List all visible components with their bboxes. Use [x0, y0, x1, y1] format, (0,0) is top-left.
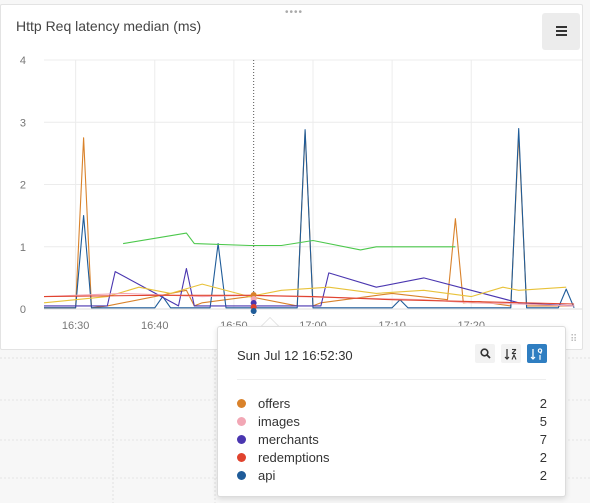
legend-series-value: 2: [539, 468, 547, 483]
y-axis: 0 1 2 3 4: [20, 55, 26, 316]
sort-numeric-button[interactable]: [527, 344, 547, 363]
y-tick-label: 2: [20, 180, 26, 192]
sort-alpha-button[interactable]: [501, 344, 521, 363]
y-tick-label: 4: [20, 55, 26, 67]
sort-alpha-icon: [504, 348, 517, 360]
legend-series-value: 2: [539, 396, 547, 411]
search-icon: [479, 348, 491, 359]
tooltip-legend-item: images 5: [237, 413, 547, 431]
series-line: [44, 127, 575, 309]
hover-tooltip: Sun Jul 12 16:52:30 offers 2 images 5 mercha…: [217, 326, 566, 497]
y-tick-label: 3: [20, 117, 26, 129]
tooltip-divider: [237, 379, 546, 380]
tooltip-legend: offers 2 images 5 merchants 7 redemptions 2 api 2: [237, 395, 547, 485]
legend-series-name: images: [258, 414, 300, 429]
legend-series-name: offers: [258, 396, 291, 411]
legend-color-dot: [237, 453, 246, 462]
y-tick-label: 1: [20, 242, 26, 254]
series-line: [44, 267, 575, 307]
tooltip-time: Sun Jul 12 16:52:30: [237, 348, 353, 363]
chart-series: [43, 127, 575, 309]
legend-series-value: 5: [539, 414, 547, 429]
chart-grid: [44, 59, 582, 310]
tooltip-arrow-inner: [262, 318, 278, 326]
series-line: [123, 232, 456, 251]
legend-series-name: redemptions: [258, 450, 330, 465]
tooltip-legend-item: api 2: [237, 467, 547, 485]
sort-numeric-icon: [530, 347, 543, 360]
tooltip-legend-item: offers 2: [237, 395, 547, 413]
legend-color-dot: [237, 399, 246, 408]
cursor-point: [250, 308, 257, 314]
legend-series-name: merchants: [258, 432, 319, 447]
legend-color-dot: [237, 417, 246, 426]
legend-series-name: api: [258, 468, 276, 483]
tooltip-legend-item: redemptions 2: [237, 449, 547, 467]
legend-series-value: 2: [539, 450, 547, 465]
x-tick-label: 16:40: [141, 320, 169, 332]
hover-cursor-dots: [250, 292, 257, 314]
tooltip-legend-item: merchants 7: [237, 431, 547, 449]
legend-color-dot: [237, 435, 246, 444]
legend-color-dot: [237, 471, 246, 480]
legend-series-value: 7: [539, 432, 547, 447]
x-tick-label: 16:30: [62, 320, 90, 332]
y-tick-label: 0: [20, 304, 26, 316]
tooltip-search-button[interactable]: [475, 344, 495, 363]
